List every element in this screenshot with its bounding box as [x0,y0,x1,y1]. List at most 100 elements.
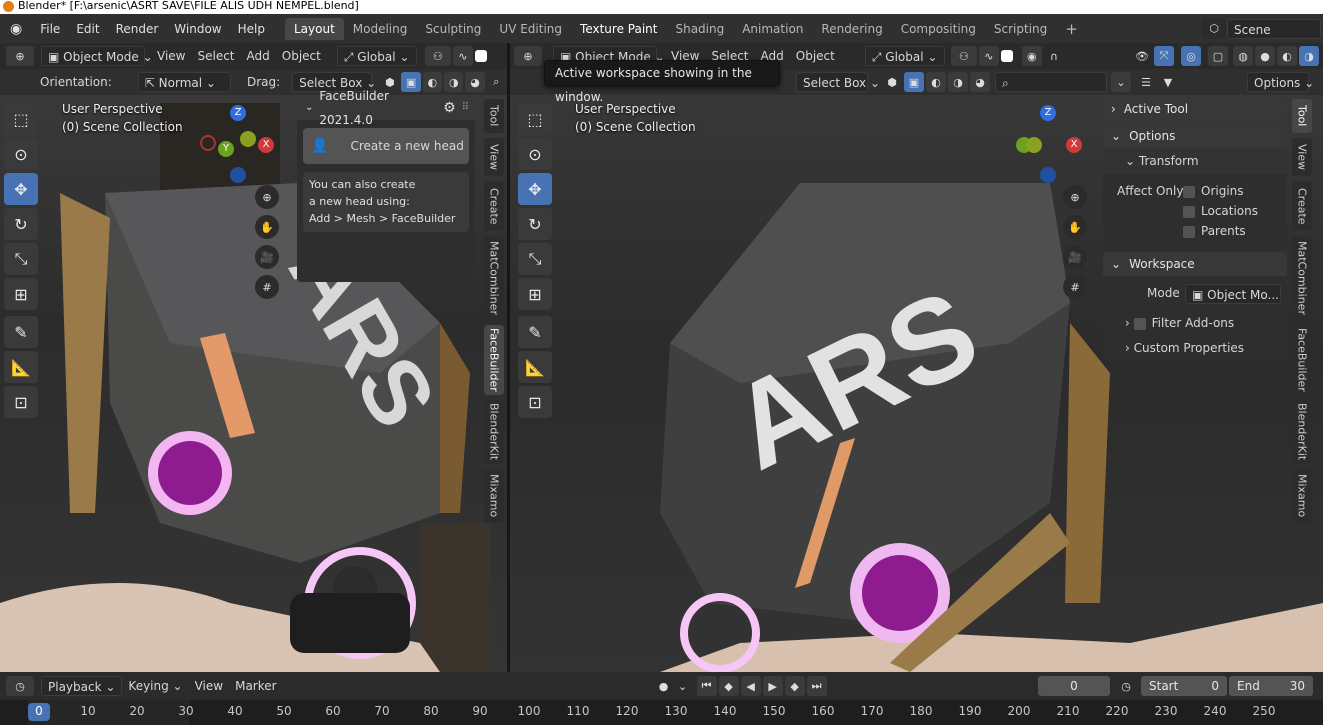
right-editor-type-icon[interactable]: ⊕ [514,46,542,66]
right-move-tool-icon[interactable]: ✥ [518,173,552,205]
left-tab-blenderkit[interactable]: BlenderKit [484,400,504,464]
timeline-view-menu[interactable]: View [189,676,229,696]
play-reverse-icon[interactable]: ◀ [740,676,761,696]
right-tab-create[interactable]: Create [1292,181,1312,231]
tab-sculpting[interactable]: Sculpting [416,18,490,40]
xray-icon[interactable]: ▢ [1208,46,1228,66]
play-icon[interactable]: ▶ [762,676,783,696]
keying-menu[interactable]: Keying ⌄ [122,676,188,696]
object-mode-dropdown[interactable]: ▣ Object Mode ⌄ [41,46,153,66]
filter-dropdown-icon[interactable]: ⌄ [1111,72,1131,92]
right-measure-tool-icon[interactable]: 📐 [518,351,552,383]
custom-properties-row[interactable]: › Custom Properties [1125,341,1244,355]
right-transform-orientation-dropdown[interactable]: ⤢ Global ⌄ [864,46,945,66]
record-options-icon[interactable]: ⌄ [676,676,690,696]
drag-handle-icon[interactable]: ⠿ [462,96,469,120]
cursor-tool-icon[interactable]: ⊙ [4,138,38,170]
origins-checkbox[interactable]: Origins [1183,184,1244,198]
scene-field[interactable]: Scene [1227,18,1321,39]
viewport-wire-icon[interactable]: ◍ [1233,46,1253,66]
gizmo-neg-z-axis[interactable] [230,167,246,183]
move-tool-icon[interactable]: ✥ [4,173,38,205]
right-gizmo-neg-z-axis[interactable] [1040,167,1056,183]
select-tool-icon[interactable]: ⬚ [4,103,38,135]
right-pivot-icon[interactable]: ⚇ [950,46,977,66]
menu-file[interactable]: File [32,22,68,36]
shading-render-icon[interactable]: ◑ [444,72,464,92]
options-dropdown[interactable]: Options ⌄ [1247,72,1314,92]
tab-uv-editing[interactable]: UV Editing [490,18,571,40]
gizmo-z-axis[interactable]: Z [230,105,246,121]
left-tab-tool[interactable]: Tool [484,99,504,133]
viewport-material-icon[interactable]: ◐ [1277,46,1297,66]
gizmo-x-axis[interactable]: X [258,137,274,153]
right-tab-matcombiner[interactable]: MatCombiner [1292,236,1312,320]
gizmo-neg-x-axis[interactable] [200,135,216,151]
timeline-ruler[interactable]: 0 10 20 30 40 50 60 70 80 90 100 110 120 130 140 150 160… [0,700,1323,725]
blender-menu-icon[interactable]: ◉ [0,21,32,37]
end-frame-field[interactable]: End 30 [1229,676,1313,696]
tab-shading[interactable]: Shading [666,18,733,40]
filter-funnel-icon[interactable]: ▼ [1158,72,1178,92]
menu-object[interactable]: Object [276,46,327,66]
locations-checkbox[interactable]: Locations [1183,204,1258,218]
filter-addons-row[interactable]: › Filter Add-ons [1125,316,1234,330]
transform-orientation-dropdown[interactable]: ⤢ Global ⌄ [336,46,417,66]
create-head-button[interactable]: 👤 Create a new head [303,128,469,164]
right-shading-render-icon[interactable]: ◑ [948,72,968,92]
preview-range-clock-icon[interactable]: ◷ [1116,676,1136,696]
tab-texture-paint[interactable]: Texture Paint [571,18,666,40]
right-ortho-grid-icon[interactable]: # [1063,275,1087,299]
right-tab-view[interactable]: View [1292,138,1312,176]
right-gizmo-neg-x-axis[interactable] [1026,137,1042,153]
parents-checkbox-box[interactable] [1183,225,1195,238]
timeline-editor-icon[interactable]: ◷ [6,676,34,696]
right-snap-icon[interactable]: ∿ [978,46,999,66]
jump-start-icon[interactable]: ⏮ [696,676,717,696]
parents-checkbox[interactable]: Parents [1183,224,1246,238]
shading-lookdev-icon[interactable]: ◕ [465,72,485,92]
orientation-dropdown[interactable]: ⇱ Normal ⌄ [137,72,231,92]
origins-checkbox-box[interactable] [1183,185,1195,198]
tab-rendering[interactable]: Rendering [812,18,891,40]
viewport-rendered-icon[interactable]: ◑ [1299,46,1319,66]
right-add-cube-tool-icon[interactable]: ⊡ [518,386,552,418]
right-tab-facebuilder[interactable]: FaceBuilder [1292,325,1312,395]
record-icon[interactable]: ● [653,676,674,696]
add-workspace-button[interactable]: + [1056,18,1087,40]
list-view-icon[interactable]: ☰ [1136,72,1156,92]
right-gizmo-z-axis[interactable]: Z [1040,105,1056,121]
measure-tool-icon[interactable]: 📐 [4,351,38,383]
add-cube-tool-icon[interactable]: ⊡ [4,386,38,418]
rotate-tool-icon[interactable]: ↻ [4,208,38,240]
right-proportional-falloff-icon[interactable]: ◉ [1021,46,1042,66]
viewport-solid-icon[interactable]: ● [1255,46,1275,66]
right-proportional-icon[interactable] [1000,50,1013,62]
filter-addons-checkbox[interactable] [1133,317,1146,330]
menu-help[interactable]: Help [230,22,273,36]
playback-menu[interactable]: Playback ⌄ [41,676,123,696]
right-zoom-icon[interactable]: ⊕ [1063,185,1087,209]
left-navigation-gizmo[interactable]: Z Y X [196,103,276,183]
left-viewport[interactable]: ARS ⊕ ▣ Object Mode ⌄ View Select Add Ob… [0,43,507,672]
tab-animation[interactable]: Animation [733,18,812,40]
gizmo-y-axis[interactable]: Y [218,141,234,157]
right-shading-solid-icon[interactable]: ⬢ [882,72,902,92]
search-icon[interactable]: ⌕ [487,72,506,92]
right-gizmo-x-axis[interactable]: X [1066,137,1082,153]
gizmo-neg-y-axis[interactable] [240,131,256,147]
menu-select[interactable]: Select [191,46,240,66]
menu-add[interactable]: Add [241,46,276,66]
current-frame-field[interactable]: 0 [1038,676,1110,696]
right-rotate-tool-icon[interactable]: ↻ [518,208,552,240]
right-shading-lookdev-icon[interactable]: ◕ [970,72,990,92]
right-drag-dropdown[interactable]: Select Box ⌄ [796,72,880,92]
right-menu-object[interactable]: Object [790,46,841,66]
active-tool-panel[interactable]: › Active Tool [1103,97,1287,121]
facebuilder-panel-header[interactable]: ⌄ FaceBuilder 2021.4.0 ⚙ ⠿ [297,89,475,127]
menu-edit[interactable]: Edit [68,22,107,36]
mode-dropdown[interactable]: ▣ Object Mo... [1185,284,1281,304]
jump-keyframe-back-icon[interactable]: ◆ [718,676,739,696]
transform-subpanel-header[interactable]: ⌄ Transform [1103,148,1287,174]
right-transform-tool-icon[interactable]: ⊞ [518,278,552,310]
